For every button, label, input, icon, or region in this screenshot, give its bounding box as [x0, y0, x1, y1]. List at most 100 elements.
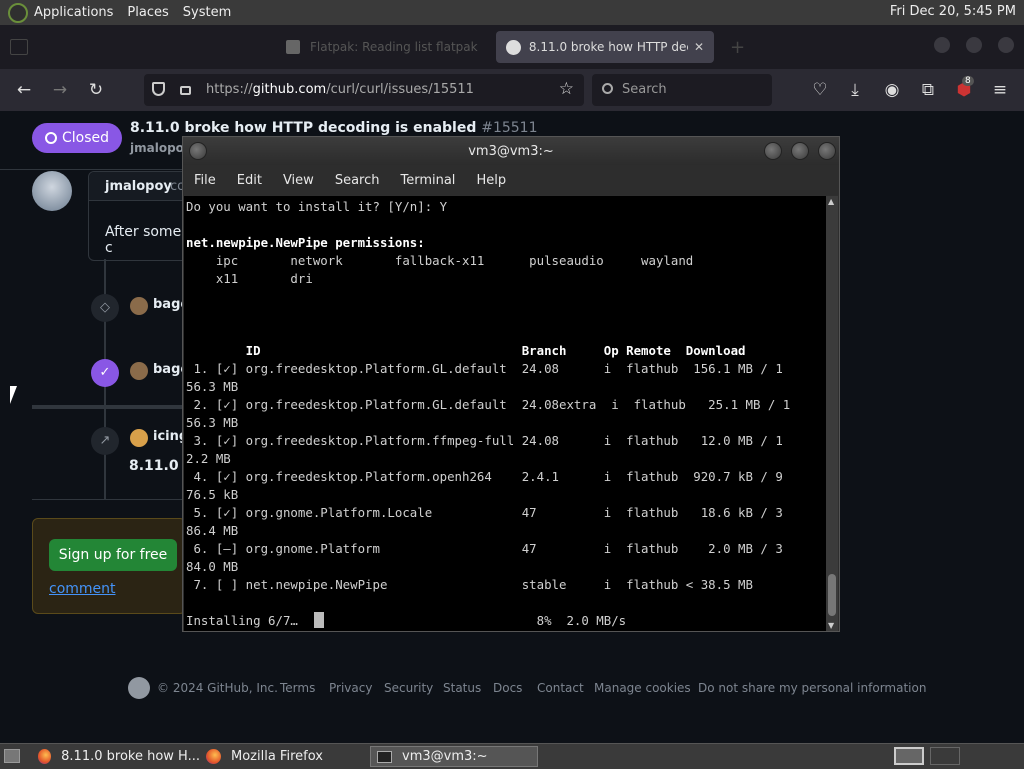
terminal-menubar: File Edit View Search Terminal Help [183, 165, 839, 195]
terminal-line: 2.2 MB [186, 451, 231, 466]
timeline-divider [32, 405, 184, 409]
comment-link[interactable]: comment [49, 581, 116, 597]
workspace-switcher-icon[interactable] [894, 747, 924, 765]
terminal-window[interactable]: vm3@vm3:~ File Edit View Search Terminal… [182, 136, 840, 632]
back-icon[interactable]: ← [14, 80, 34, 100]
terminal-menu-search[interactable]: Search [335, 173, 380, 188]
terminal-line: 3. [✓] org.freedesktop.Platform.ffmpeg-f… [186, 433, 783, 448]
footer-terms[interactable]: Terms [280, 681, 315, 695]
github-favicon-icon [506, 39, 521, 55]
pocket-icon[interactable]: ♡ [810, 80, 830, 100]
scroll-up-icon[interactable]: ▲ [828, 197, 834, 206]
terminal-menu-file[interactable]: File [194, 173, 216, 188]
terminal-menu-help[interactable]: Help [476, 173, 506, 188]
bottom-taskbar: 8.11.0 broke how H... Mozilla Firefox vm… [0, 743, 1024, 769]
terminal-line: 84.0 MB [186, 559, 239, 574]
cross-reference-icon: ↗ [91, 427, 119, 455]
comment-body: After some c [105, 224, 182, 256]
closed-event-icon: ✓ [91, 359, 119, 387]
terminal-line: 5. [✓] org.gnome.Platform.Locale 47 i fl… [186, 505, 783, 520]
url-bar[interactable]: https://github.com/curl/curl/issues/1551… [144, 74, 584, 106]
terminal-cursor [314, 612, 324, 628]
terminal-menu-terminal[interactable]: Terminal [400, 173, 455, 188]
footer-status[interactable]: Status [443, 681, 481, 695]
scroll-down-icon[interactable]: ▼ [828, 621, 834, 630]
terminal-line: Do you want to install it? [Y/n]: Y [186, 199, 448, 214]
terminal-minimize-icon[interactable] [764, 142, 782, 160]
hamburger-menu-icon[interactable]: ≡ [990, 80, 1010, 100]
scrollbar-thumb[interactable] [828, 574, 836, 616]
firefox-view-icon[interactable] [10, 39, 28, 55]
firefox-icon [206, 749, 221, 764]
terminal-scrollbar[interactable]: ▲ ▼ [826, 196, 838, 631]
event-avatar[interactable] [130, 297, 148, 315]
terminal-line: ipc network fallback-x11 pulseaudio wayl… [186, 253, 694, 268]
forward-icon[interactable]: → [50, 80, 70, 100]
event-avatar[interactable] [130, 362, 148, 380]
shield-icon[interactable] [152, 82, 165, 96]
terminal-line: 56.3 MB [186, 379, 239, 394]
timeline-end-divider [32, 499, 184, 500]
comment-box: jmalopoy co After some c [88, 171, 190, 261]
nav-bar: ← → ↻ https://github.com/curl/curl/issue… [0, 69, 1024, 111]
terminal-line: 7. [ ] net.newpipe.NewPipe stable i flat… [186, 577, 753, 592]
github-logo-icon[interactable] [128, 677, 150, 699]
terminal-line: ID Branch Op Remote Download [186, 343, 746, 358]
minimize-window-icon[interactable] [934, 37, 950, 53]
footer-contact[interactable]: Contact [537, 681, 584, 695]
terminal-icon [377, 750, 392, 763]
workspace-2-icon[interactable] [930, 747, 960, 765]
terminal-menu-view[interactable]: View [283, 173, 314, 188]
terminal-title: vm3@vm3:~ [468, 144, 554, 159]
tab-favicon-icon [286, 40, 300, 54]
terminal-menu-edit[interactable]: Edit [237, 173, 262, 188]
close-tab-icon[interactable]: ✕ [694, 40, 704, 54]
terminal-line: 76.5 kB [186, 487, 239, 502]
lock-icon[interactable] [180, 86, 191, 95]
task-firefox[interactable]: Mozilla Firefox [200, 746, 368, 767]
footer-security[interactable]: Security [384, 681, 433, 695]
search-placeholder: Search [622, 82, 667, 97]
bookmark-star-icon[interactable]: ☆ [559, 79, 574, 99]
close-window-icon[interactable] [998, 37, 1014, 53]
terminal-line: 1. [✓] org.freedesktop.Platform.GL.defau… [186, 361, 783, 376]
comment-author[interactable]: jmalopoy [105, 179, 172, 194]
avatar[interactable] [32, 171, 72, 211]
terminal-titlebar[interactable]: vm3@vm3:~ [183, 137, 839, 165]
clock[interactable]: Fri Dec 20, 5:45 PM [890, 4, 1016, 19]
event-avatar[interactable] [130, 429, 148, 447]
show-desktop-icon[interactable] [4, 749, 20, 763]
tab-flatpak[interactable]: Flatpak: Reading list flatpak [276, 31, 488, 63]
footer-manage-cookies[interactable]: Manage cookies [594, 681, 691, 695]
terminal-output[interactable]: Do you want to install it? [Y/n]: Y net.… [184, 196, 828, 631]
closed-status-badge: Closed [32, 123, 122, 153]
maximize-window-icon[interactable] [966, 37, 982, 53]
task-firefox-issue[interactable]: 8.11.0 broke how H... [32, 746, 200, 767]
footer-docs[interactable]: Docs [493, 681, 522, 695]
footer-privacy[interactable]: Privacy [329, 681, 372, 695]
terminal-line: 6. [—] org.gnome.Platform 47 i flathub 2… [186, 541, 783, 556]
closed-check-icon [44, 132, 57, 144]
ublock-badge: 8 [962, 76, 974, 86]
task-terminal[interactable]: vm3@vm3:~ [370, 746, 538, 767]
gnome-foot-icon[interactable] [8, 2, 28, 23]
tab-strip: Flatpak: Reading list flatpak 8.11.0 bro… [0, 25, 1024, 69]
system-menu[interactable]: System [183, 5, 231, 20]
terminal-close-icon[interactable] [818, 142, 836, 160]
account-icon[interactable]: ◉ [882, 80, 902, 100]
sign-up-button[interactable]: Sign up for free [49, 539, 177, 571]
search-icon [602, 83, 613, 94]
new-tab-icon[interactable]: + [730, 37, 745, 58]
applications-menu[interactable]: Applications [34, 5, 113, 20]
mouse-cursor-icon [10, 386, 17, 404]
url-text[interactable]: https://github.com/curl/curl/issues/1551… [206, 82, 474, 97]
signup-box: Sign up for free comment [32, 518, 186, 614]
downloads-icon[interactable]: ⤓ [845, 80, 865, 100]
extensions-icon[interactable]: ⧉ [918, 80, 938, 100]
terminal-maximize-icon[interactable] [791, 142, 809, 160]
footer-do-not-share[interactable]: Do not share my personal information [698, 681, 926, 695]
places-menu[interactable]: Places [127, 5, 168, 20]
tab-github-issue[interactable]: 8.11.0 broke how HTTP deco ✕ [496, 31, 714, 63]
reload-icon[interactable]: ↻ [86, 80, 106, 100]
search-input[interactable]: Search [592, 74, 772, 106]
